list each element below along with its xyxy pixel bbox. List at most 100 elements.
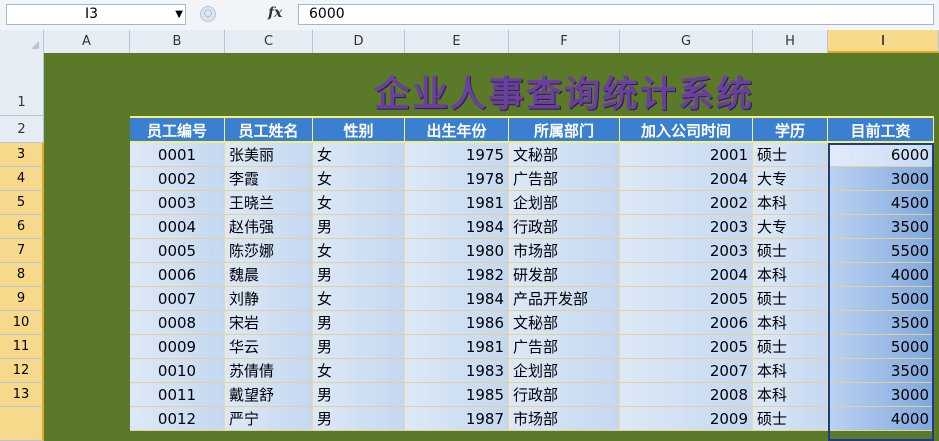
table-cell[interactable]: 4500 (828, 191, 934, 215)
table-cell[interactable]: 大专 (753, 215, 828, 239)
table-cell[interactable]: 产品开发部 (509, 287, 620, 311)
insert-function-icon[interactable]: fx (268, 5, 282, 21)
column-header-a[interactable]: A (44, 30, 130, 53)
table-cell[interactable]: 王晓兰 (225, 191, 313, 215)
table-cell[interactable]: 2001 (620, 143, 753, 167)
cancel-circle-icon[interactable]: ◌ (200, 6, 216, 22)
table-cell[interactable]: 1980 (405, 239, 509, 263)
table-cell[interactable]: 本科 (753, 311, 828, 335)
table-cell[interactable]: 2009 (620, 407, 753, 431)
table-cell[interactable]: 研发部 (509, 263, 620, 287)
header-cell[interactable]: 所属部门 (509, 116, 620, 143)
table-cell[interactable]: 华云 (225, 335, 313, 359)
table-cell[interactable]: 1984 (405, 287, 509, 311)
title-cell[interactable]: 企业人事查询统计系统 (44, 53, 939, 115)
table-cell[interactable]: 0001 (130, 143, 225, 167)
select-all-corner[interactable] (0, 30, 44, 53)
table-cell[interactable]: 4000 (828, 407, 934, 431)
table-cell[interactable]: 企划部 (509, 191, 620, 215)
table-cell[interactable]: 1982 (405, 263, 509, 287)
table-cell[interactable]: 行政部 (509, 215, 620, 239)
column-header-i[interactable]: I (828, 30, 939, 53)
row-header[interactable]: 1 (0, 53, 44, 116)
table-cell[interactable]: 赵伟强 (225, 215, 313, 239)
table-cell[interactable]: 大专 (753, 167, 828, 191)
table-cell[interactable]: 硕士 (753, 407, 828, 431)
table-cell[interactable]: 0009 (130, 335, 225, 359)
chevron-down-icon[interactable]: ▼ (175, 5, 183, 24)
table-cell[interactable]: 广告部 (509, 335, 620, 359)
table-cell[interactable]: 刘静 (225, 287, 313, 311)
table-cell[interactable]: 2003 (620, 239, 753, 263)
table-cell[interactable]: 市场部 (509, 239, 620, 263)
table-cell[interactable]: 1975 (405, 143, 509, 167)
table-cell[interactable]: 女 (313, 167, 405, 191)
header-cell[interactable]: 出生年份 (405, 116, 509, 143)
column-header-c[interactable]: C (225, 30, 313, 53)
table-cell[interactable]: 广告部 (509, 167, 620, 191)
header-cell[interactable]: 员工编号 (130, 116, 225, 143)
column-header-b[interactable]: B (130, 30, 225, 53)
table-cell[interactable]: 5000 (828, 335, 934, 359)
table-cell[interactable]: 0010 (130, 359, 225, 383)
table-cell[interactable]: 企划部 (509, 359, 620, 383)
table-cell[interactable]: 3500 (828, 215, 934, 239)
column-header-h[interactable]: H (753, 30, 828, 53)
table-cell[interactable]: 男 (313, 263, 405, 287)
table-cell[interactable]: 男 (313, 311, 405, 335)
table-cell[interactable]: 本科 (753, 263, 828, 287)
table-cell[interactable]: 本科 (753, 383, 828, 407)
column-header-g[interactable]: G (620, 30, 753, 53)
column-header-d[interactable]: D (313, 30, 405, 53)
table-cell[interactable]: 1987 (405, 407, 509, 431)
table-cell[interactable]: 男 (313, 335, 405, 359)
header-cell[interactable]: 目前工资 (828, 116, 934, 143)
table-cell[interactable]: 0011 (130, 383, 225, 407)
table-cell[interactable]: 2003 (620, 215, 753, 239)
table-cell[interactable]: 男 (313, 383, 405, 407)
table-cell[interactable]: 1986 (405, 311, 509, 335)
table-cell[interactable]: 戴望舒 (225, 383, 313, 407)
table-cell[interactable]: 3000 (828, 167, 934, 191)
header-cell[interactable]: 加入公司时间 (620, 116, 753, 143)
table-cell[interactable]: 2005 (620, 335, 753, 359)
table-cell[interactable]: 1978 (405, 167, 509, 191)
table-cell[interactable]: 男 (313, 407, 405, 431)
table-cell[interactable]: 李霞 (225, 167, 313, 191)
table-cell[interactable]: 2004 (620, 167, 753, 191)
table-cell[interactable]: 1983 (405, 359, 509, 383)
table-cell[interactable]: 魏晨 (225, 263, 313, 287)
table-cell[interactable]: 6000 (828, 143, 934, 167)
formula-input[interactable]: 6000 (298, 4, 934, 25)
table-cell[interactable]: 2007 (620, 359, 753, 383)
table-cell[interactable]: 3500 (828, 359, 934, 383)
table-cell[interactable]: 市场部 (509, 407, 620, 431)
table-cell[interactable]: 本科 (753, 191, 828, 215)
table-cell[interactable]: 3000 (828, 383, 934, 407)
table-cell[interactable]: 女 (313, 191, 405, 215)
column-header-f[interactable]: F (509, 30, 620, 53)
table-cell[interactable]: 硕士 (753, 287, 828, 311)
table-cell[interactable]: 男 (313, 215, 405, 239)
table-cell[interactable]: 本科 (753, 359, 828, 383)
table-cell[interactable]: 陈莎娜 (225, 239, 313, 263)
table-cell[interactable]: 0008 (130, 311, 225, 335)
table-cell[interactable]: 3500 (828, 311, 934, 335)
table-cell[interactable]: 硕士 (753, 143, 828, 167)
header-cell[interactable]: 员工姓名 (225, 116, 313, 143)
column-header-e[interactable]: E (405, 30, 509, 53)
table-cell[interactable]: 女 (313, 359, 405, 383)
table-cell[interactable]: 1984 (405, 215, 509, 239)
table-cell[interactable]: 硕士 (753, 335, 828, 359)
table-cell[interactable]: 1981 (405, 335, 509, 359)
table-cell[interactable]: 文秘部 (509, 143, 620, 167)
table-cell[interactable]: 0006 (130, 263, 225, 287)
table-cell[interactable]: 4000 (828, 263, 934, 287)
table-cell[interactable]: 2004 (620, 263, 753, 287)
table-cell[interactable]: 宋岩 (225, 311, 313, 335)
table-cell[interactable]: 2002 (620, 191, 753, 215)
name-box[interactable]: I3 ▼ (6, 4, 186, 25)
table-cell[interactable]: 0005 (130, 239, 225, 263)
table-cell[interactable]: 0004 (130, 215, 225, 239)
table-cell[interactable]: 0012 (130, 407, 225, 431)
